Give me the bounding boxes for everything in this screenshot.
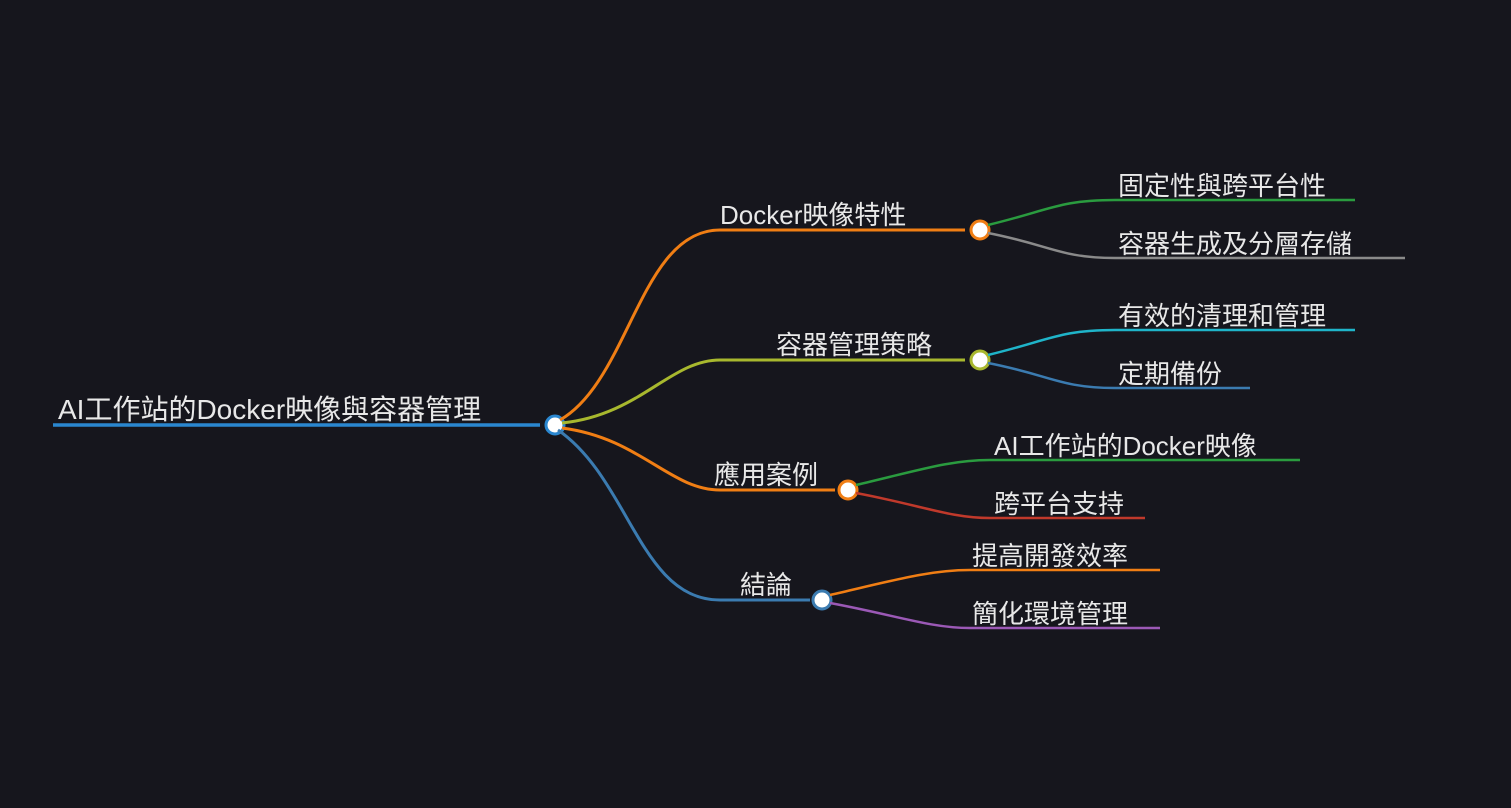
branch-2-child-1-label[interactable]: 有效的清理和管理 bbox=[1118, 296, 1326, 333]
branch-3-label[interactable]: 應用案例 bbox=[714, 455, 818, 492]
branch-2-connector bbox=[562, 360, 965, 423]
branch-1-label[interactable]: Docker映像特性 bbox=[720, 195, 906, 232]
branch-3-child-1-label[interactable]: AI工作站的Docker映像 bbox=[994, 426, 1257, 463]
branch-3-child-2-label[interactable]: 跨平台支持 bbox=[994, 484, 1124, 521]
root-label[interactable]: AI工作站的Docker映像與容器管理 bbox=[58, 388, 481, 428]
branch-3-child-1-connector bbox=[856, 460, 1300, 485]
branch-4-child-2-label[interactable]: 簡化環境管理 bbox=[972, 594, 1128, 631]
branch-1-child-2-label[interactable]: 容器生成及分層存儲 bbox=[1118, 224, 1352, 261]
branch-4-label[interactable]: 結論 bbox=[740, 565, 792, 602]
branch-3-node-circle[interactable] bbox=[839, 481, 857, 499]
branch-1-child-1-label[interactable]: 固定性與跨平台性 bbox=[1118, 166, 1326, 203]
branch-4-child-1-connector bbox=[830, 570, 1160, 595]
branch-1-node-circle[interactable] bbox=[971, 221, 989, 239]
branch-1-child-1-connector bbox=[988, 200, 1355, 225]
branch-2-child-1-connector bbox=[988, 330, 1355, 355]
branch-2-label[interactable]: 容器管理策略 bbox=[776, 325, 932, 362]
branch-2-node-circle[interactable] bbox=[971, 351, 989, 369]
branch-4-node-circle[interactable] bbox=[813, 591, 831, 609]
branch-2-child-2-label[interactable]: 定期備份 bbox=[1118, 354, 1222, 391]
branch-4-child-1-label[interactable]: 提高開發效率 bbox=[972, 536, 1128, 573]
